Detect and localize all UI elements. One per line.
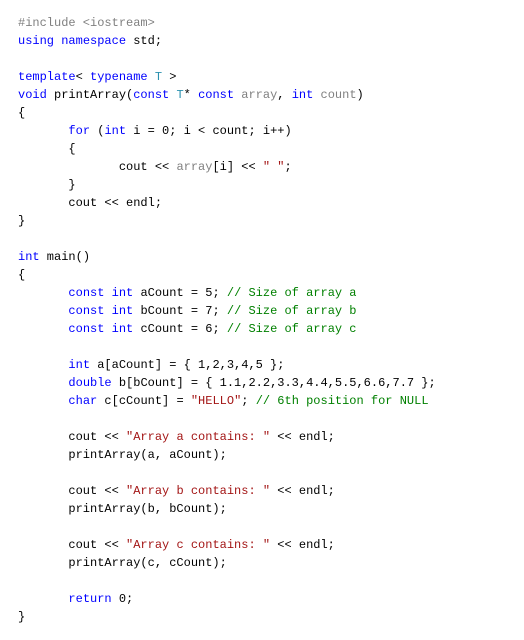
keyword-namespace: namespace bbox=[61, 34, 126, 48]
keyword-int: int bbox=[112, 322, 134, 336]
string-array-a: "Array a contains: " bbox=[126, 430, 270, 444]
keyword-for: for bbox=[68, 124, 90, 138]
space bbox=[104, 304, 111, 318]
indent bbox=[18, 394, 68, 408]
type-param-t: T bbox=[148, 70, 162, 84]
decl-ccount: cCount = 6; bbox=[133, 322, 227, 336]
param-count: count bbox=[313, 88, 356, 102]
keyword-return: return bbox=[68, 592, 111, 606]
type-t: T bbox=[169, 88, 183, 102]
cout-c-prefix: cout << bbox=[18, 538, 126, 552]
call-printarray-a: printArray(a, aCount); bbox=[18, 448, 227, 462]
array-ref: array bbox=[176, 160, 212, 174]
star: * bbox=[184, 88, 198, 102]
param-array: array bbox=[234, 88, 277, 102]
indent bbox=[18, 592, 68, 606]
string-space: " " bbox=[263, 160, 285, 174]
indent bbox=[18, 124, 68, 138]
comment-null: // 6th position for NULL bbox=[256, 394, 429, 408]
function-name: printArray( bbox=[47, 88, 133, 102]
keyword-char: char bbox=[68, 394, 97, 408]
cout-b-prefix: cout << bbox=[18, 484, 126, 498]
brace-open: { bbox=[18, 268, 25, 282]
function-main: main() bbox=[40, 250, 90, 264]
cout-a-prefix: cout << bbox=[18, 430, 126, 444]
preprocessor-directive: #include <iostream> bbox=[18, 16, 155, 30]
keyword-const: const bbox=[133, 88, 169, 102]
for-body: i = 0; i < count; i++) bbox=[126, 124, 292, 138]
string-hello: "HELLO" bbox=[191, 394, 241, 408]
indent bbox=[18, 358, 68, 372]
index-op: [i] << bbox=[212, 160, 262, 174]
decl-acount: aCount = 5; bbox=[133, 286, 227, 300]
indent bbox=[18, 286, 68, 300]
keyword-int: int bbox=[292, 88, 314, 102]
return-zero: 0; bbox=[112, 592, 134, 606]
keyword-template: template bbox=[18, 70, 76, 84]
comment-c: // Size of array c bbox=[227, 322, 357, 336]
comma: , bbox=[277, 88, 291, 102]
inner-brace-open: { bbox=[18, 142, 76, 156]
decl-bcount: bCount = 7; bbox=[133, 304, 227, 318]
keyword-double: double bbox=[68, 376, 111, 390]
brace-close: } bbox=[18, 610, 25, 624]
cout-a-suffix: << endl; bbox=[270, 430, 335, 444]
cout-endl: cout << endl; bbox=[18, 196, 162, 210]
indent bbox=[18, 376, 68, 390]
brace-close: } bbox=[18, 214, 25, 228]
keyword-int: int bbox=[112, 286, 134, 300]
call-printarray-b: printArray(b, bCount); bbox=[18, 502, 227, 516]
keyword-const: const bbox=[198, 88, 234, 102]
indent bbox=[18, 304, 68, 318]
cout-b-suffix: << endl; bbox=[270, 484, 335, 498]
comment-a: // Size of array a bbox=[227, 286, 357, 300]
keyword-int: int bbox=[18, 250, 40, 264]
array-a-init: a[aCount] = { 1,2,3,4,5 }; bbox=[90, 358, 284, 372]
cout-prefix: cout << bbox=[18, 160, 176, 174]
cout-c-suffix: << endl; bbox=[270, 538, 335, 552]
keyword-int: int bbox=[104, 124, 126, 138]
inner-brace-close: } bbox=[18, 178, 76, 192]
semicolon: ; bbox=[241, 394, 255, 408]
close-paren: ) bbox=[357, 88, 364, 102]
call-printarray-c: printArray(c, cCount); bbox=[18, 556, 227, 570]
string-array-b: "Array b contains: " bbox=[126, 484, 270, 498]
identifier-std: std; bbox=[126, 34, 162, 48]
space bbox=[104, 322, 111, 336]
string-array-c: "Array c contains: " bbox=[126, 538, 270, 552]
for-open: ( bbox=[90, 124, 104, 138]
array-b-init: b[bCount] = { 1.1,2.2,3.3,4.4,5.5,6.6,7.… bbox=[112, 376, 436, 390]
keyword-const: const bbox=[68, 304, 104, 318]
comment-b: // Size of array b bbox=[227, 304, 357, 318]
keyword-int: int bbox=[112, 304, 134, 318]
keyword-const: const bbox=[68, 286, 104, 300]
angle-open: < bbox=[76, 70, 90, 84]
keyword-using: using bbox=[18, 34, 54, 48]
angle-close: > bbox=[162, 70, 176, 84]
space bbox=[104, 286, 111, 300]
keyword-typename: typename bbox=[90, 70, 148, 84]
array-c-decl: c[cCount] = bbox=[97, 394, 191, 408]
semicolon: ; bbox=[284, 160, 291, 174]
keyword-int: int bbox=[68, 358, 90, 372]
keyword-void: void bbox=[18, 88, 47, 102]
brace-open: { bbox=[18, 106, 25, 120]
indent bbox=[18, 322, 68, 336]
keyword-const: const bbox=[68, 322, 104, 336]
code-block: #include <iostream> using namespace std;… bbox=[18, 14, 506, 626]
